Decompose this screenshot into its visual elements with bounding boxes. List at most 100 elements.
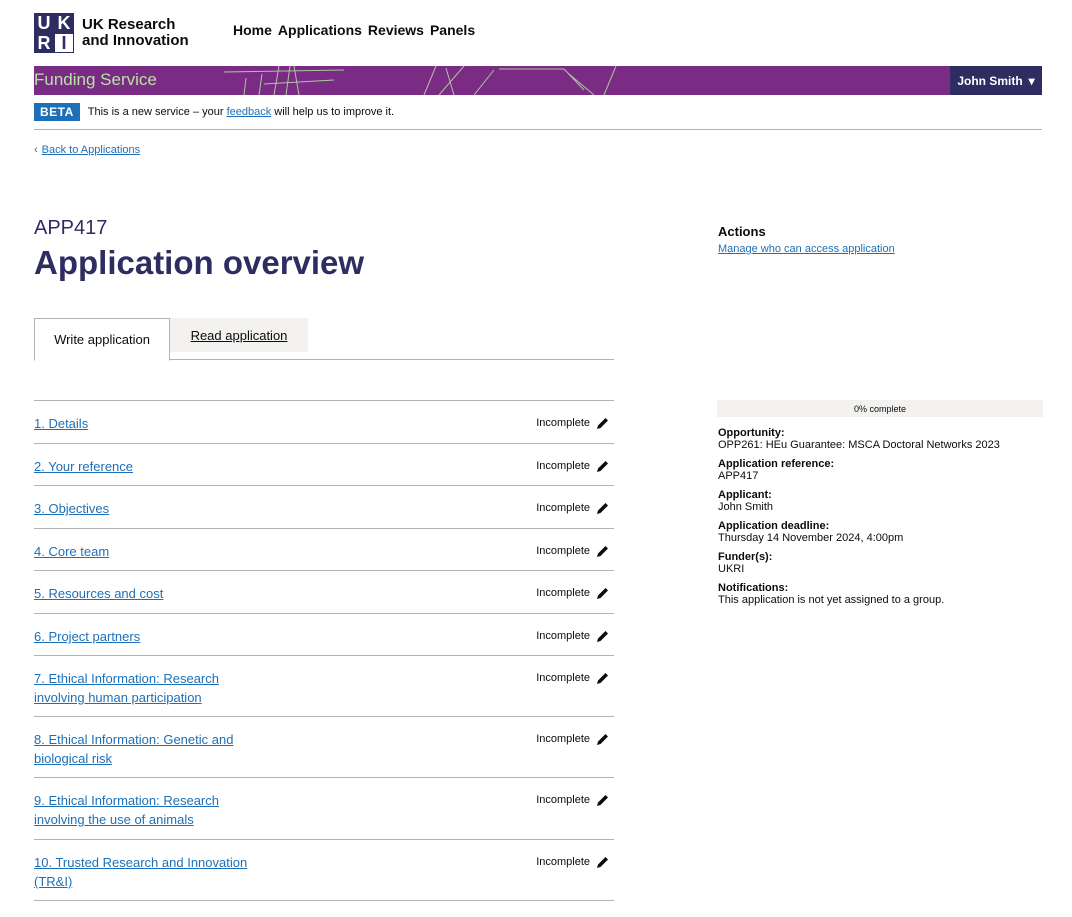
tab-write-application[interactable]: Write application <box>34 318 170 361</box>
detail-deadline: Application deadline: Thursday 14 Novemb… <box>718 520 1058 544</box>
section-link[interactable]: 5. Resources and cost <box>34 584 254 603</box>
manage-access-link[interactable]: Manage who can access application <box>718 243 895 255</box>
nav-applications[interactable]: Applications <box>278 22 362 38</box>
tab-label[interactable]: Read application <box>191 328 288 343</box>
pencil-icon[interactable] <box>596 732 610 746</box>
ukri-logo[interactable]: U K R I UK Research and Innovation <box>34 11 189 55</box>
section-link[interactable]: 9. Ethical Information: Research involvi… <box>34 791 254 829</box>
section-status: Incomplete <box>536 586 610 600</box>
section-row: 10. Trusted Research and Innovation (TR&… <box>34 840 614 901</box>
application-reference-caption: APP417 <box>34 217 108 239</box>
detail-value: John Smith <box>718 501 774 513</box>
pencil-icon[interactable] <box>596 544 610 558</box>
section-row: 8. Ethical Information: Genetic and biol… <box>34 717 614 778</box>
section-link[interactable]: 4. Core team <box>34 542 254 561</box>
section-row: 4. Core team Incomplete <box>34 529 614 571</box>
section-row: 5. Resources and cost Incomplete <box>34 571 614 614</box>
user-name: John Smith <box>957 73 1023 88</box>
section-link[interactable]: 8. Ethical Information: Genetic and biol… <box>34 730 254 768</box>
status-text: Incomplete <box>536 630 590 642</box>
section-link[interactable]: 2. Your reference <box>34 457 254 476</box>
section-row: 1. Details Incomplete <box>34 401 614 444</box>
org-name-line2: and Innovation <box>82 32 189 49</box>
section-link[interactable]: 1. Details <box>34 414 254 433</box>
caret-down-icon: ▾ <box>1028 73 1035 88</box>
status-text: Incomplete <box>536 794 590 806</box>
section-row: 6. Project partners Incomplete <box>34 614 614 656</box>
detail-label: Application deadline: <box>718 520 830 532</box>
tab-read-application[interactable]: Read application <box>170 318 308 352</box>
section-row: 3. Objectives Incomplete <box>34 486 614 529</box>
detail-value: This application is not yet assigned to … <box>718 594 945 606</box>
detail-value: Thursday 14 November 2024, 4:00pm <box>718 532 904 544</box>
section-status: Incomplete <box>536 671 610 685</box>
detail-label: Applicant: <box>718 489 772 501</box>
status-text: Incomplete <box>536 672 590 684</box>
pencil-icon[interactable] <box>596 416 610 430</box>
feedback-link[interactable]: feedback <box>227 106 272 118</box>
application-details: Opportunity: OPP261: HEu Guarantee: MSCA… <box>718 427 1058 613</box>
detail-label: Funder(s): <box>718 551 773 563</box>
decorative-pattern-icon <box>224 66 617 95</box>
org-name-line1: UK Research <box>82 16 176 33</box>
status-text: Incomplete <box>536 587 590 599</box>
phase-banner: BETA This is a new service – your feedba… <box>34 103 394 121</box>
tab-list: Write application Read application <box>34 318 614 361</box>
status-text: Incomplete <box>536 733 590 745</box>
progress-bar: 0% complete <box>717 400 1043 417</box>
section-list: 1. Details Incomplete 2. Your reference … <box>34 400 614 901</box>
service-name: Funding Service <box>34 70 157 89</box>
section-status: Incomplete <box>536 732 610 746</box>
status-text: Incomplete <box>536 460 590 472</box>
service-bar: Funding Service John Smith ▾ <box>34 66 1042 95</box>
section-row: 9. Ethical Information: Research involvi… <box>34 778 614 840</box>
logo-letter: U <box>34 13 54 33</box>
page-title: Application overview <box>34 244 365 281</box>
section-status: Incomplete <box>536 629 610 643</box>
logo-letter: I <box>54 33 74 53</box>
back-link-container: ‹ Back to Applications <box>34 144 140 156</box>
beta-text-before: This is a new service – your <box>87 106 224 118</box>
detail-label: Notifications: <box>718 582 789 594</box>
pencil-icon[interactable] <box>596 459 610 473</box>
status-text: Incomplete <box>536 417 590 429</box>
pencil-icon[interactable] <box>596 586 610 600</box>
detail-value: OPP261: HEu Guarantee: MSCA Doctoral Net… <box>718 439 1000 451</box>
detail-label: Application reference: <box>718 458 835 470</box>
site-header: U K R I UK Research and Innovation Home … <box>0 0 1072 66</box>
detail-funders: Funder(s): UKRI <box>718 551 1058 575</box>
pencil-icon[interactable] <box>596 629 610 643</box>
pencil-icon[interactable] <box>596 501 610 515</box>
section-status: Incomplete <box>536 793 610 807</box>
section-status: Incomplete <box>536 459 610 473</box>
chevron-left-icon: ‹ <box>34 144 38 156</box>
back-to-applications-link[interactable]: Back to Applications <box>42 144 140 156</box>
pencil-icon[interactable] <box>596 671 610 685</box>
nav-home[interactable]: Home <box>233 22 272 38</box>
status-text: Incomplete <box>536 856 590 868</box>
actions-heading: Actions <box>718 224 766 239</box>
nav-panels[interactable]: Panels <box>430 22 475 38</box>
section-link[interactable]: 6. Project partners <box>34 627 254 646</box>
pencil-icon[interactable] <box>596 855 610 869</box>
section-status: Incomplete <box>536 544 610 558</box>
tab-label: Write application <box>54 332 150 347</box>
detail-applicant: Applicant: John Smith <box>718 489 1058 513</box>
user-menu-button[interactable]: John Smith ▾ <box>950 66 1042 95</box>
detail-application-reference: Application reference: APP417 <box>718 458 1058 482</box>
nav-reviews[interactable]: Reviews <box>368 22 424 38</box>
section-status: Incomplete <box>536 855 610 869</box>
status-text: Incomplete <box>536 545 590 557</box>
divider <box>34 129 1042 130</box>
section-link[interactable]: 7. Ethical Information: Research involvi… <box>34 669 254 707</box>
beta-text-after: will help us to improve it. <box>274 106 395 118</box>
org-name: UK Research and Innovation <box>82 17 189 49</box>
detail-value: APP417 <box>718 470 759 482</box>
detail-notifications: Notifications: This application is not y… <box>718 582 1058 606</box>
section-row: 2. Your reference Incomplete <box>34 444 614 486</box>
detail-value: UKRI <box>718 563 745 575</box>
detail-opportunity: Opportunity: OPP261: HEu Guarantee: MSCA… <box>718 427 1058 451</box>
section-link[interactable]: 3. Objectives <box>34 499 254 518</box>
section-link[interactable]: 10. Trusted Research and Innovation (TR&… <box>34 853 254 891</box>
pencil-icon[interactable] <box>596 793 610 807</box>
